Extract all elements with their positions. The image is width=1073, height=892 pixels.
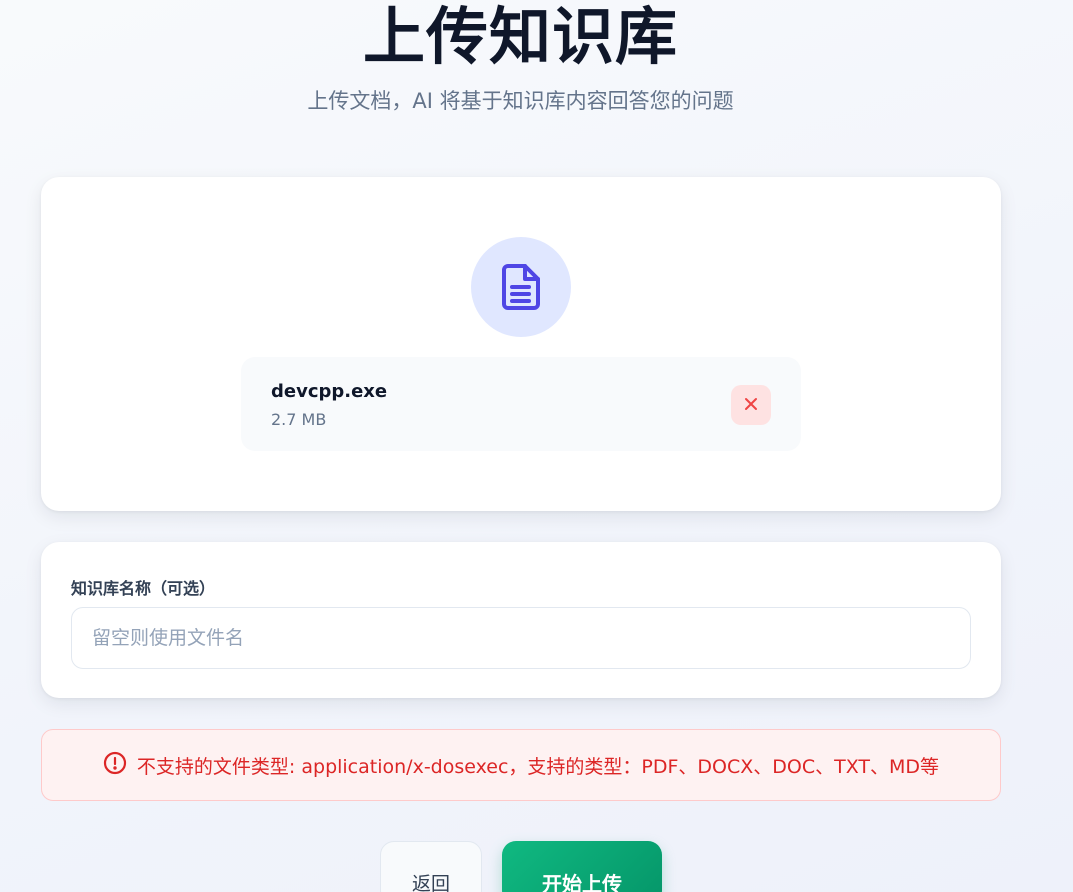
error-banner: 不支持的文件类型: application/x-dosexec，支持的类型：PD… bbox=[41, 729, 1001, 801]
page-title: 上传知识库 bbox=[362, 0, 678, 73]
file-name: devcpp.exe bbox=[271, 381, 388, 402]
selected-file-item: devcpp.exe 2.7 MB bbox=[241, 357, 801, 451]
upload-card: devcpp.exe 2.7 MB bbox=[41, 177, 1001, 511]
close-icon bbox=[744, 397, 758, 414]
file-size: 2.7 MB bbox=[271, 410, 327, 429]
alert-circle-icon bbox=[103, 751, 127, 779]
page-subtitle: 上传文档，AI 将基于知识库内容回答您的问题 bbox=[307, 89, 734, 113]
knowledge-base-name-label: 知识库名称（可选） bbox=[71, 579, 216, 598]
back-button[interactable]: 返回 bbox=[380, 841, 482, 892]
upload-knowledge-base-page: 上传知识库 上传文档，AI 将基于知识库内容回答您的问题 devcpp.exe … bbox=[0, 0, 1073, 892]
error-message: 不支持的文件类型: application/x-dosexec，支持的类型：PD… bbox=[136, 755, 940, 778]
start-upload-button[interactable]: 开始上传 bbox=[502, 841, 662, 892]
document-icon bbox=[471, 237, 571, 337]
knowledge-base-name-input[interactable] bbox=[71, 607, 971, 669]
remove-file-button[interactable] bbox=[731, 385, 771, 425]
knowledge-base-name-card: 知识库名称（可选） bbox=[41, 542, 1001, 698]
